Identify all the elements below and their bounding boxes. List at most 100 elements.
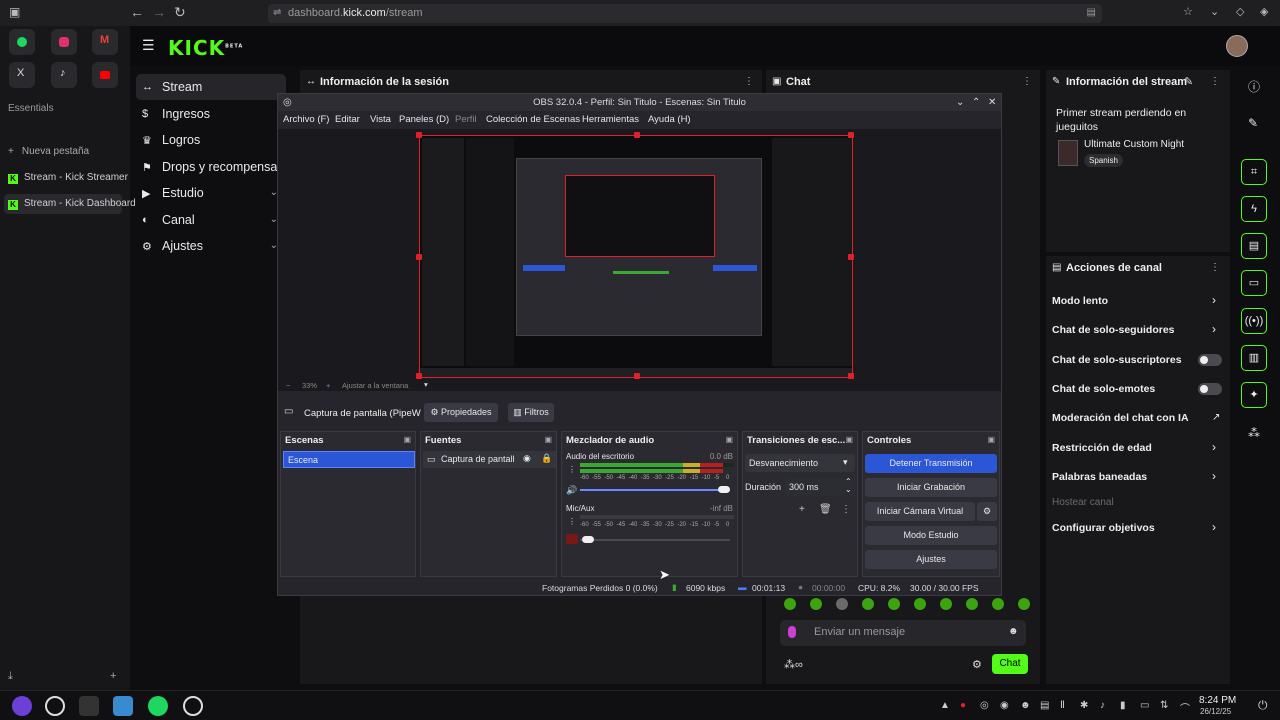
- menu-coleccion[interactable]: Colección de Escenas: [486, 114, 580, 125]
- power-icon[interactable]: ⏻: [1258, 698, 1268, 713]
- spotify-tray-icon[interactable]: ◉: [1000, 700, 1009, 711]
- resize-handle[interactable]: [848, 373, 854, 379]
- quick-action-tools[interactable]: ✦: [1241, 382, 1267, 408]
- network-icon[interactable]: ⇅: [1160, 700, 1168, 711]
- start-recording-button[interactable]: Iniciar Grabación: [865, 478, 997, 497]
- chat-settings-icon[interactable]: ⚙: [972, 658, 982, 671]
- files-icon[interactable]: [113, 696, 133, 716]
- lock-icon[interactable]: 🔒: [541, 453, 552, 464]
- nav-logros[interactable]: ♛ Logros: [136, 127, 286, 153]
- spotify-icon[interactable]: [148, 696, 168, 716]
- emotes-only-toggle[interactable]: [1198, 383, 1222, 395]
- emote-icon[interactable]: [836, 598, 848, 610]
- pinned-tiktok[interactable]: ♪: [51, 62, 77, 88]
- menu-paneles[interactable]: Paneles (D): [399, 114, 449, 125]
- filters-button[interactable]: ▥ Filtros: [508, 403, 554, 422]
- more-icon[interactable]: ⋮: [841, 504, 851, 515]
- scene-item[interactable]: Escena: [283, 451, 415, 468]
- nav-drops[interactable]: ⚑ Drops y recompensas: [136, 154, 286, 180]
- browser-icon[interactable]: [45, 696, 65, 716]
- hamburger-menu-icon[interactable]: ☰: [142, 37, 155, 54]
- info-icon[interactable]: ⓘ: [1248, 78, 1260, 95]
- quick-action-layout[interactable]: ▥: [1241, 345, 1267, 371]
- emote-icon[interactable]: [784, 598, 796, 610]
- menu-herramientas[interactable]: Herramientas: [582, 114, 639, 125]
- emote-icon[interactable]: [862, 598, 874, 610]
- volume-slider[interactable]: [718, 486, 730, 493]
- resize-handle[interactable]: [416, 373, 422, 379]
- shield-icon[interactable]: ◇: [1236, 5, 1244, 18]
- preview-canvas[interactable]: [416, 132, 854, 379]
- pencil-icon[interactable]: ✎: [1248, 116, 1258, 130]
- speaker-icon[interactable]: 🔊: [566, 485, 577, 496]
- action-banned-words[interactable]: Palabras baneadas: [1052, 471, 1147, 483]
- forward-icon[interactable]: →: [152, 4, 166, 20]
- dock-float-icon[interactable]: ▣: [845, 435, 853, 444]
- reload-icon[interactable]: ↻: [174, 4, 186, 21]
- nav-ingresos[interactable]: $ Ingresos: [136, 101, 286, 127]
- menu-ayuda[interactable]: Ayuda (H): [648, 114, 691, 125]
- action-age-restriction[interactable]: Restricción de edad: [1052, 442, 1152, 454]
- record-tray-icon[interactable]: ●: [960, 700, 966, 711]
- trash-icon[interactable]: 🗑: [819, 504, 832, 515]
- emote-icon[interactable]: [1018, 598, 1030, 610]
- mic-icon[interactable]: ▮: [1120, 700, 1126, 711]
- quick-action-clip[interactable]: ⌗: [1241, 159, 1267, 185]
- edit-icon[interactable]: ✎: [1184, 75, 1193, 88]
- zoom-in-icon[interactable]: +: [326, 381, 330, 390]
- clock-time[interactable]: 8:24 PM: [1199, 695, 1236, 706]
- caret-down-icon[interactable]: ▾: [424, 380, 428, 389]
- resize-handle[interactable]: [634, 373, 640, 379]
- obs-tray-icon[interactable]: ◎: [980, 700, 989, 711]
- zoom-out-icon[interactable]: −: [286, 381, 290, 390]
- emote-icon[interactable]: [940, 598, 952, 610]
- pause-icon[interactable]: Ⅱ: [1060, 700, 1065, 711]
- quick-action-chat[interactable]: ▭: [1241, 270, 1267, 296]
- resize-handle[interactable]: [416, 132, 422, 138]
- more-icon[interactable]: ⋮: [1210, 76, 1220, 87]
- emote-icon[interactable]: [966, 598, 978, 610]
- emote-icon[interactable]: [888, 598, 900, 610]
- dock-float-icon[interactable]: ▣: [544, 435, 552, 444]
- quick-action-broadcast[interactable]: ((•)): [1241, 308, 1267, 334]
- apps-icon[interactable]: ⁂: [1248, 426, 1260, 440]
- pinned-spotify[interactable]: [9, 29, 35, 55]
- fit-window-label[interactable]: Ajustar a la ventana: [342, 381, 408, 390]
- minimize-icon[interactable]: ⌄: [956, 94, 964, 111]
- more-icon[interactable]: ⋮: [568, 517, 576, 526]
- wifi-icon[interactable]: ⌒: [1180, 700, 1190, 715]
- resize-handle[interactable]: [634, 132, 640, 138]
- settings-button[interactable]: Ajustes: [865, 550, 997, 569]
- pinned-youtube[interactable]: [92, 62, 118, 88]
- site-info-icon[interactable]: ⇌: [273, 7, 281, 18]
- nav-stream[interactable]: ↔ Stream: [136, 74, 286, 100]
- quick-action-notes[interactable]: ▤: [1241, 233, 1267, 259]
- discord-tray-icon[interactable]: ☻: [1020, 700, 1031, 711]
- action-ai-moderation[interactable]: Moderación del chat con IA: [1052, 412, 1189, 424]
- resize-handle[interactable]: [848, 254, 854, 260]
- emote-icon[interactable]: [810, 598, 822, 610]
- downloads-icon[interactable]: ⌄: [1210, 5, 1219, 18]
- dock-float-icon[interactable]: ▣: [987, 435, 995, 444]
- pinned-gmail[interactable]: M: [92, 29, 118, 55]
- kick-logo[interactable]: KICKBETA: [168, 36, 243, 60]
- launcher-icon[interactable]: [12, 696, 32, 716]
- quick-action-lightning[interactable]: ϟ: [1241, 196, 1267, 222]
- source-item[interactable]: ▭ Captura de pantall ◉ 🔒: [423, 451, 556, 468]
- avatar[interactable]: [1226, 35, 1248, 57]
- volume-icon[interactable]: ♪: [1100, 700, 1105, 711]
- emoji-icon[interactable]: ☻: [1008, 626, 1019, 637]
- obs-icon[interactable]: [183, 696, 203, 716]
- clipboard-icon[interactable]: ▤: [1040, 700, 1049, 711]
- obs-preview[interactable]: − 33% + Ajustar a la ventana ▾: [278, 129, 1001, 391]
- menu-perfil[interactable]: Perfil: [455, 114, 477, 125]
- stop-streaming-button[interactable]: Detener Transmisión: [865, 454, 997, 473]
- bluetooth-icon[interactable]: ✱: [1080, 700, 1088, 711]
- action-goals[interactable]: Configurar objetivos: [1052, 522, 1155, 534]
- pinned-instagram[interactable]: [51, 29, 77, 55]
- reader-icon[interactable]: ▤: [1087, 7, 1096, 18]
- new-tab-button[interactable]: + Nueva pestaña: [8, 146, 89, 157]
- close-icon[interactable]: ✕: [988, 94, 996, 111]
- display-icon[interactable]: ▭: [1140, 700, 1149, 711]
- sidebar-toggle-icon[interactable]: ▣: [9, 5, 20, 19]
